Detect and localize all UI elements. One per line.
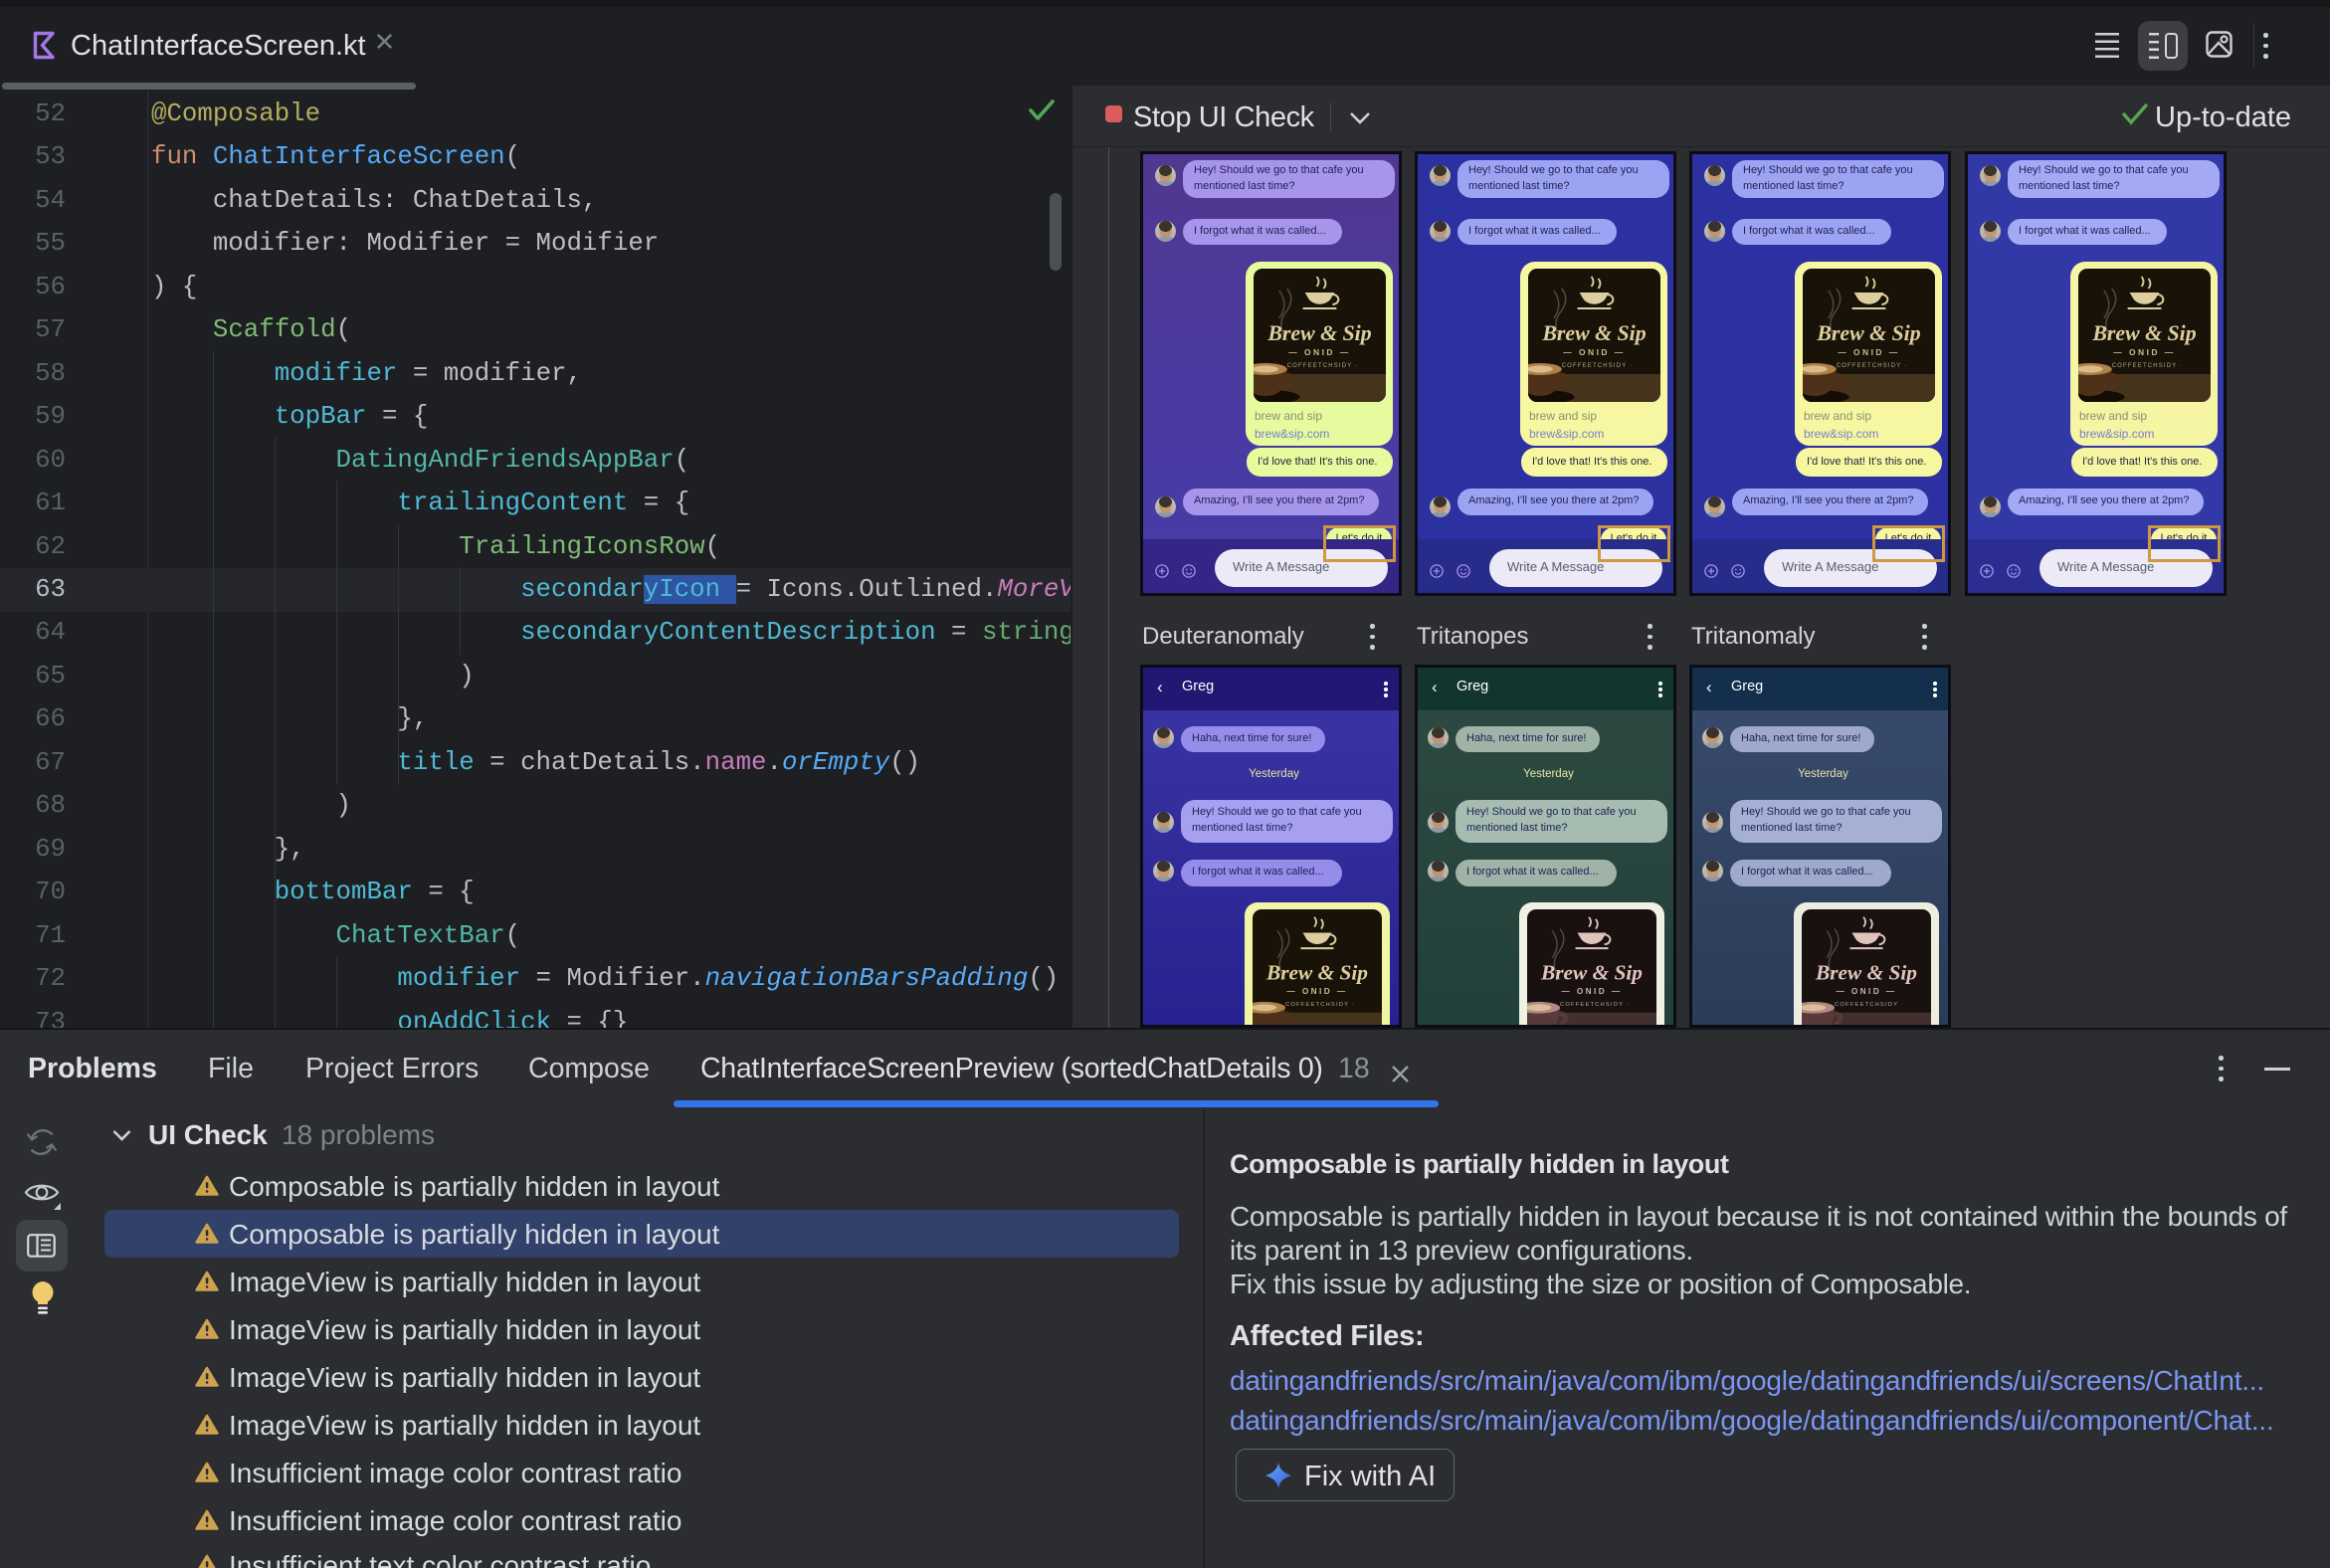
svg-text:· COFFEETCHSIDY ·: · COFFEETCHSIDY ·	[2106, 363, 2184, 369]
svg-text:Brew & Sip: Brew & Sip	[1816, 320, 1920, 345]
svg-text:· COFFEETCHSIDY ·: · COFFEETCHSIDY ·	[1279, 1002, 1355, 1008]
svg-text:— ONID —: — ONID —	[1838, 347, 1899, 357]
svg-text:Brew & Sip: Brew & Sip	[1815, 960, 1917, 984]
svg-text:· COFFEETCHSIDY ·: · COFFEETCHSIDY ·	[1554, 1002, 1630, 1008]
svg-text:· COFFEETCHSIDY ·: · COFFEETCHSIDY ·	[1556, 363, 1634, 369]
svg-text:— ONID —: — ONID —	[1563, 347, 1625, 357]
svg-text:— ONID —: — ONID —	[1836, 987, 1896, 996]
svg-text:Brew & Sip: Brew & Sip	[1265, 960, 1368, 984]
svg-text:— ONID —: — ONID —	[1561, 987, 1622, 996]
svg-text:Brew & Sip: Brew & Sip	[2091, 320, 2196, 345]
svg-text:· COFFEETCHSIDY ·: · COFFEETCHSIDY ·	[1281, 363, 1359, 369]
svg-text:Brew & Sip: Brew & Sip	[1540, 960, 1643, 984]
svg-text:· COFFEETCHSIDY ·: · COFFEETCHSIDY ·	[1829, 1002, 1904, 1008]
svg-text:Brew & Sip: Brew & Sip	[1541, 320, 1646, 345]
svg-text:— ONID —: — ONID —	[1286, 987, 1347, 996]
svg-text:— ONID —: — ONID —	[1288, 347, 1350, 357]
svg-text:— ONID —: — ONID —	[2113, 347, 2175, 357]
svg-text:Brew & Sip: Brew & Sip	[1266, 320, 1371, 345]
svg-text:· COFFEETCHSIDY ·: · COFFEETCHSIDY ·	[1831, 363, 1908, 369]
